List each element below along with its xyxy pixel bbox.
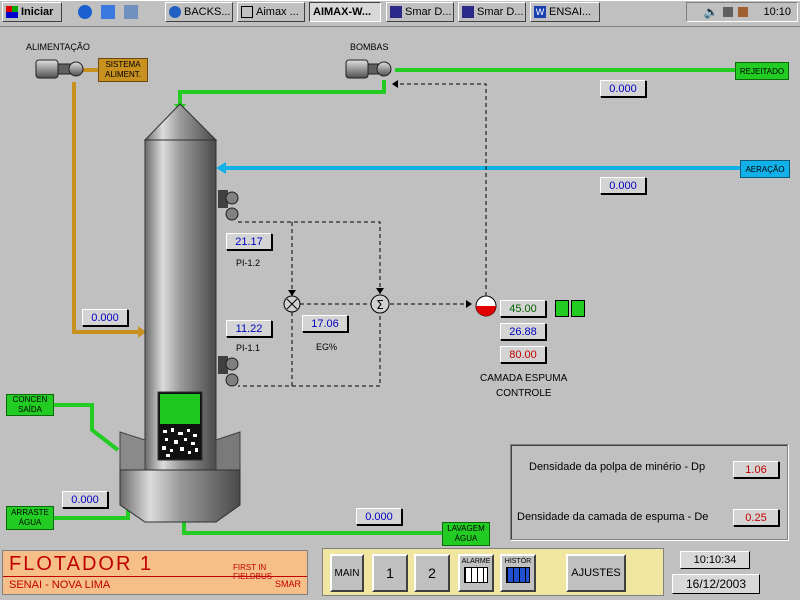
speaker-icon[interactable]: 🔈 xyxy=(704,5,719,19)
rejeitado-flow-value[interactable]: 0.000 xyxy=(600,80,646,97)
task-label: Smar D... xyxy=(405,6,452,18)
pi12-value[interactable]: 21.17 xyxy=(226,233,272,250)
history-grid-icon xyxy=(506,567,530,583)
task-label: BACKS... xyxy=(184,6,231,18)
pump-bombas-icon xyxy=(345,59,392,79)
screen-2-button[interactable]: 2 xyxy=(414,554,450,592)
aeracao-flow-value[interactable]: 0.000 xyxy=(600,177,646,194)
system-tray: 🔈 10:10 xyxy=(686,2,798,22)
page-title: FLOTADOR 1 xyxy=(9,553,154,575)
arraste-tag[interactable]: ARRASTE ÁGUA xyxy=(6,506,54,530)
start-label: Iniciar xyxy=(21,6,54,18)
arraste-flow-value[interactable]: 0.000 xyxy=(62,491,108,508)
network-icon[interactable] xyxy=(723,7,734,17)
scheduler-icon[interactable] xyxy=(738,7,749,17)
air-arrow xyxy=(216,162,226,174)
density-panel: Densidade da polpa de minério - Dp 1.06 … xyxy=(510,444,788,540)
signal-arrow xyxy=(376,288,384,294)
pi11-label: PI-1.1 xyxy=(236,343,261,353)
multiplier-block-icon xyxy=(283,295,301,313)
word-icon: W xyxy=(534,6,546,18)
task-smar-d-1[interactable]: Smar D... xyxy=(386,2,454,22)
bombas-label: BOMBAS xyxy=(350,42,389,52)
lavagem-flow-value[interactable]: 0.000 xyxy=(356,508,402,525)
auto-mode-indicator[interactable] xyxy=(555,300,569,317)
divider xyxy=(3,576,307,577)
dp-label: Densidade da polpa de minério - Dp xyxy=(529,461,706,473)
svg-text:Σ: Σ xyxy=(376,298,384,312)
alimentacao-label: ALIMENTAÇÃO xyxy=(26,42,90,52)
lavagem-tag[interactable]: LAVAGEM ÁGUA xyxy=(442,522,490,546)
history-button[interactable]: HISTÓR xyxy=(500,554,536,592)
internet-explorer-icon[interactable] xyxy=(78,5,92,19)
remote-mode-indicator[interactable] xyxy=(571,300,585,317)
main-button-label: MAIN xyxy=(334,567,360,579)
pid-controller-icon xyxy=(475,295,497,317)
taskbar: Iniciar BACKS... Aimax ... AIMAX-W... Sm… xyxy=(0,0,800,27)
sistema-alimentacao-tag[interactable]: SISTEMA ALIMENT. xyxy=(98,58,148,82)
aeracao-tag[interactable]: AERAÇÃO xyxy=(740,160,790,178)
time-display: 10:10:34 xyxy=(680,551,750,569)
control-signal-lines xyxy=(238,83,487,387)
ajustes-label: AJUSTES xyxy=(571,567,621,579)
task-aimax-w[interactable]: AIMAX-W... xyxy=(309,2,381,22)
smar-icon xyxy=(462,6,474,18)
screen-2-label: 2 xyxy=(428,565,436,581)
globe-icon xyxy=(169,6,181,18)
task-aimax[interactable]: Aimax ... xyxy=(237,2,305,22)
start-button[interactable]: Iniciar xyxy=(2,2,62,22)
ajustes-button[interactable]: AJUSTES xyxy=(566,554,626,592)
alarm-label: ALARME xyxy=(461,558,491,565)
process-value[interactable]: 26.88 xyxy=(500,323,546,340)
task-smar-d-2[interactable]: Smar D... xyxy=(458,2,526,22)
date-display: 16/12/2003 xyxy=(672,574,760,594)
alarm-button[interactable]: ALARME xyxy=(458,554,494,592)
windows-logo-icon xyxy=(6,6,18,18)
setpoint-value[interactable]: 45.00 xyxy=(500,300,546,317)
clock[interactable]: 10:10 xyxy=(763,6,791,18)
de-label: Densidade da camada de espuma - De xyxy=(517,511,709,523)
task-label: Smar D... xyxy=(477,6,524,18)
pi12-label: PI-1.2 xyxy=(236,258,261,268)
alimentacao-flow-value[interactable]: 0.000 xyxy=(82,309,128,326)
feed-line xyxy=(72,68,138,334)
task-label: Aimax ... xyxy=(256,6,299,18)
rejeitado-tag[interactable]: REJEITADO xyxy=(735,62,789,80)
camada-espuma-label: CAMADA ESPUMA xyxy=(480,373,568,384)
eg-value[interactable]: 17.06 xyxy=(302,315,348,332)
eg-label: EG% xyxy=(316,342,338,352)
pressure-transmitter-pi12-icon xyxy=(218,190,239,221)
quick-launch xyxy=(78,3,148,21)
history-label: HISTÓR xyxy=(504,558,532,565)
show-desktop-icon[interactable] xyxy=(124,5,138,19)
de-value[interactable]: 0.25 xyxy=(733,509,779,526)
main-button[interactable]: MAIN xyxy=(330,554,364,592)
smar-label: SMAR xyxy=(275,579,302,589)
task-label: ENSAI... xyxy=(549,6,592,18)
concentrado-tag[interactable]: CONCEN SAÍDA xyxy=(6,394,54,416)
screen-1-label: 1 xyxy=(386,565,394,581)
pump-alimentacao-icon xyxy=(35,59,84,79)
task-ensai[interactable]: W ENSAI... xyxy=(530,2,600,22)
screen-1-button[interactable]: 1 xyxy=(372,554,408,592)
dp-value[interactable]: 1.06 xyxy=(733,461,779,478)
level-indicator-froth xyxy=(160,394,200,424)
output-value[interactable]: 80.00 xyxy=(500,346,546,363)
task-backs[interactable]: BACKS... xyxy=(165,2,233,22)
pressure-transmitter-pi11-icon xyxy=(218,356,239,387)
pi11-value[interactable]: 11.22 xyxy=(226,320,272,337)
subtitle: SENAI - NOVA LIMA xyxy=(9,579,111,591)
window-icon xyxy=(241,6,253,18)
alarm-grid-icon xyxy=(464,567,488,583)
smar-icon xyxy=(390,6,402,18)
signal-arrow xyxy=(392,80,398,88)
outlook-express-icon[interactable] xyxy=(101,5,115,19)
summation-block-icon: Σ xyxy=(370,294,390,314)
controle-label: CONTROLE xyxy=(496,388,552,399)
signal-arrow xyxy=(288,290,296,296)
task-label: AIMAX-W... xyxy=(313,6,372,18)
title-panel: FLOTADOR 1 FIRST IN FIELDBUS SENAI - NOV… xyxy=(2,550,308,595)
signal-arrow xyxy=(466,300,472,308)
